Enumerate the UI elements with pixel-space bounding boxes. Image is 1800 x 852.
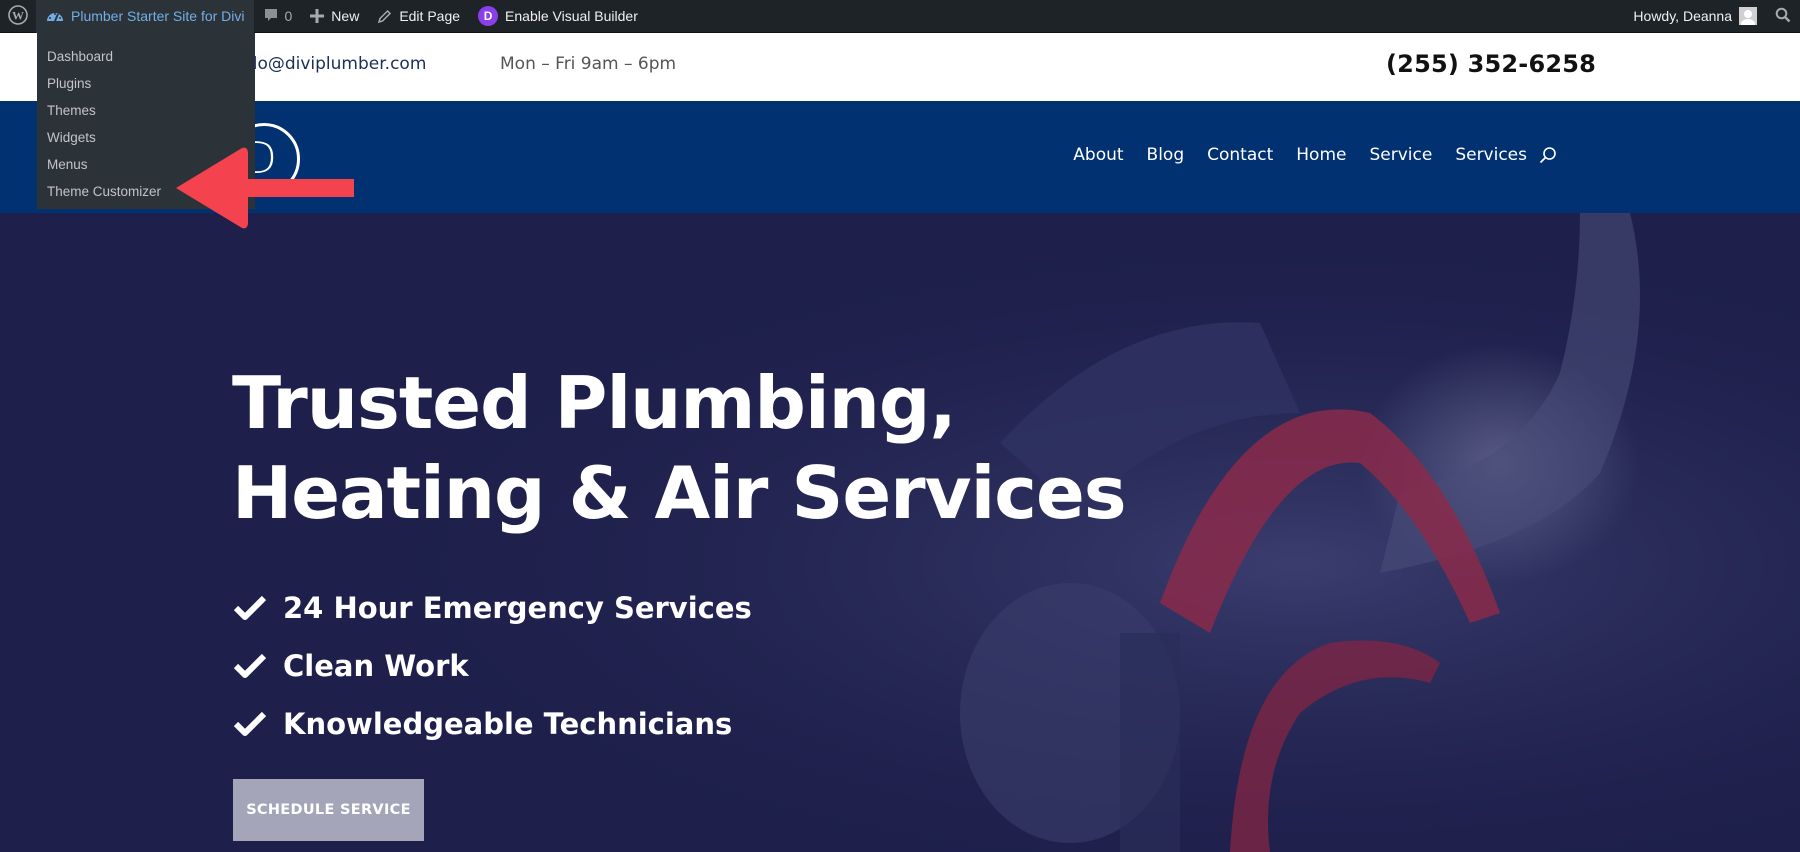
feature-item: Knowledgeable Technicians (233, 695, 752, 753)
comments-count: 0 (284, 8, 293, 24)
nav-item-service[interactable]: Service (1369, 145, 1432, 165)
feature-list: 24 Hour Emergency Services Clean Work Kn… (233, 579, 752, 753)
svg-text:W: W (12, 8, 24, 22)
wp-admin-bar: W Plumber Starter Site for Divi 0 New Ed… (0, 0, 1800, 33)
feature-item: 24 Hour Emergency Services (233, 579, 752, 637)
new-content-menu[interactable]: New (301, 0, 368, 33)
hero-title: Trusted Plumbing, Heating & Air Services (232, 358, 1127, 538)
pencil-icon (377, 9, 392, 24)
dashboard-gauge-icon (46, 8, 64, 24)
admin-search-button[interactable] (1766, 0, 1800, 33)
enable-visual-builder-link[interactable]: D Enable Visual Builder (469, 0, 647, 33)
wp-logo-menu[interactable]: W (0, 0, 36, 33)
feature-label: 24 Hour Emergency Services (283, 591, 752, 625)
nav-item-about[interactable]: About (1073, 145, 1123, 165)
edit-page-label: Edit Page (399, 8, 461, 24)
feature-item: Clean Work (233, 637, 752, 695)
nav-item-services[interactable]: Services (1455, 145, 1527, 165)
hero-section: Trusted Plumbing, Heating & Air Services… (0, 213, 1800, 852)
my-account-menu[interactable]: Howdy, Deanna (1624, 0, 1766, 33)
visual-builder-label: Enable Visual Builder (505, 8, 638, 24)
hero-title-line-1: Trusted Plumbing, (232, 361, 957, 445)
feature-label: Knowledgeable Technicians (283, 707, 733, 741)
schedule-service-button[interactable]: SCHEDULE SERVICE (233, 779, 424, 841)
new-label: New (331, 8, 360, 24)
greeting-label: Howdy, Deanna (1633, 8, 1732, 24)
nav-item-blog[interactable]: Blog (1147, 145, 1185, 165)
nav-search-icon[interactable] (1539, 146, 1557, 164)
dropdown-item-themes[interactable]: Themes (37, 97, 255, 124)
annotation-arrow-icon (170, 146, 360, 235)
edit-page-link[interactable]: Edit Page (368, 0, 469, 33)
checkmark-icon (233, 711, 267, 737)
site-name-label: Plumber Starter Site for Divi (71, 8, 245, 24)
nav-item-contact[interactable]: Contact (1207, 145, 1273, 165)
plus-icon (310, 9, 325, 23)
business-hours: Mon – Fri 9am – 6pm (500, 54, 677, 74)
contact-email-link[interactable]: llo@diviplumber.com (248, 54, 426, 74)
wordpress-logo-icon: W (8, 4, 28, 28)
dropdown-item-dashboard[interactable]: Dashboard (37, 43, 255, 70)
main-nav: About Blog Contact Home Service Services (1050, 145, 1557, 165)
dropdown-item-plugins[interactable]: Plugins (37, 70, 255, 97)
nav-item-home[interactable]: Home (1296, 145, 1346, 165)
hero-title-line-2: Heating & Air Services (232, 451, 1127, 535)
site-name-menu[interactable]: Plumber Starter Site for Divi (36, 0, 254, 33)
checkmark-icon (233, 595, 267, 621)
search-icon (1775, 7, 1791, 26)
comments-link[interactable]: 0 (254, 0, 302, 33)
avatar (1739, 7, 1757, 25)
checkmark-icon (233, 653, 267, 679)
comment-bubble-icon (263, 7, 279, 26)
top-info-bar: llo@diviplumber.com Mon – Fri 9am – 6pm … (0, 33, 1800, 101)
phone-number-link[interactable]: (255) 352-6258 (1386, 50, 1596, 78)
divi-logo-icon: D (478, 6, 499, 26)
feature-label: Clean Work (283, 649, 469, 683)
